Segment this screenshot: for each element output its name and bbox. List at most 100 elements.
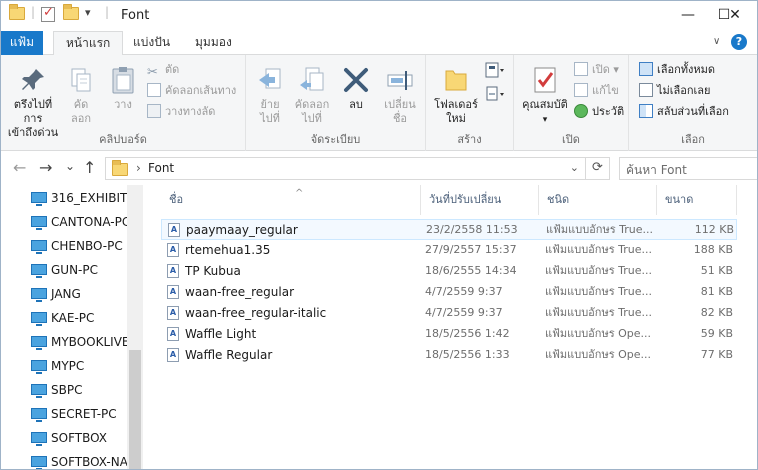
new-folder-label-1: โฟลเดอร์ <box>434 98 478 111</box>
address-bar[interactable]: › Font ⌄ ⟳ <box>105 157 610 180</box>
invert-selection-button[interactable]: สลับส่วนที่เลือก <box>639 103 729 121</box>
help-icon[interactable]: ? <box>731 34 747 50</box>
file-row[interactable]: A waan-free_regular 4/7/2559 9:37 แฟ้มแบ… <box>161 282 737 303</box>
file-row[interactable]: A waan-free_regular-italic 4/7/2559 9:37… <box>161 303 737 324</box>
up-button[interactable]: ↑ <box>83 160 96 176</box>
breadcrumb-font[interactable]: Font <box>148 161 174 175</box>
new-item-button[interactable] <box>482 61 508 84</box>
breadcrumb-separator[interactable]: › <box>136 161 141 175</box>
new-folder-quick-icon[interactable] <box>63 4 79 25</box>
move-to-label-1: ย้าย <box>260 98 280 111</box>
file-row[interactable]: A TP Kubua 18/6/2555 14:34 แฟ้มแบบอักษร … <box>161 261 737 282</box>
nav-item-computer[interactable]: CHENBO-PC <box>31 235 123 257</box>
pin-quick-access-button[interactable]: ตรึงไปที่การ เข้าถึงด่วน <box>5 65 61 140</box>
move-to-button[interactable]: ย้าย ไปที่ <box>252 65 288 126</box>
window-title: Font <box>121 8 150 23</box>
select-none-button[interactable]: ไม่เลือกเลย <box>639 82 711 100</box>
scrollbar-thumb[interactable] <box>129 350 141 469</box>
forward-button[interactable]: → <box>39 160 52 176</box>
new-item-icon <box>485 62 504 78</box>
font-file-icon: A <box>167 285 179 299</box>
file-date: 18/5/2556 1:42 <box>425 327 510 340</box>
delete-button[interactable]: ลบ <box>338 65 374 112</box>
file-date: 4/7/2559 9:37 <box>425 285 503 298</box>
computer-icon <box>31 336 47 350</box>
file-size: 77 KB <box>700 348 733 361</box>
back-button[interactable]: ← <box>13 160 26 176</box>
file-name: Waffle Regular <box>185 348 273 362</box>
nav-item-computer[interactable]: SOFTBOX <box>31 427 107 449</box>
computer-icon <box>31 384 47 398</box>
properties-button[interactable]: คุณสมบัติ ▾ <box>520 65 570 127</box>
nav-item-computer[interactable]: CANTONA-PC <box>31 211 130 233</box>
organize-group: ย้าย ไปที่ คัดลอก ไปที่ ลบ เปลี่ยน ชื่อ … <box>246 55 426 151</box>
file-row[interactable]: A paaymaay_regular 23/2/2558 11:53 แฟ้มแ… <box>161 219 737 240</box>
nav-item-label: JANG <box>51 287 81 301</box>
quick-access-folder-icon[interactable] <box>9 4 25 25</box>
easy-access-button[interactable] <box>482 85 508 107</box>
properties-check-icon[interactable] <box>41 5 55 25</box>
column-name-label: ชื่อ <box>169 193 184 206</box>
copy-path-icon <box>147 83 161 97</box>
edit-button[interactable]: แก้ไข <box>574 82 619 100</box>
copy-button[interactable]: คัด ลอก <box>63 65 99 126</box>
paste-shortcut-button[interactable]: วางทางลัด <box>147 103 215 121</box>
new-group: โฟลเดอร์ ใหม่ สร้าง <box>426 55 514 151</box>
tab-home[interactable]: หน้าแรก <box>53 31 124 56</box>
nav-item-computer[interactable]: KAE-PC <box>31 307 94 329</box>
file-row[interactable]: A Waffle Regular 18/5/2556 1:33 แฟ้มแบบอ… <box>161 345 737 366</box>
sort-ascending-icon: ^ <box>295 188 304 199</box>
ribbon-expand-icon[interactable]: ∨ <box>713 37 723 47</box>
properties-icon <box>534 67 556 93</box>
title-separator: | <box>31 5 36 19</box>
computer-icon <box>31 312 47 326</box>
new-folder-button[interactable]: โฟลเดอร์ ใหม่ <box>434 65 478 126</box>
organize-group-label: จัดระเบียบ <box>310 133 361 146</box>
open-button[interactable]: เปิด ▾ <box>574 61 619 79</box>
quick-access-dropdown-icon[interactable]: ▾ <box>85 6 91 24</box>
open-label: เปิด <box>592 63 610 76</box>
nav-item-computer[interactable]: 316_EXHIBITIO <box>31 187 140 209</box>
nav-item-computer[interactable]: MYPC <box>31 355 84 377</box>
tab-file[interactable]: แฟ้ม <box>1 31 43 55</box>
computer-icon <box>31 264 47 278</box>
nav-item-computer[interactable]: GUN-PC <box>31 259 98 281</box>
font-file-icon: A <box>167 243 179 257</box>
file-row[interactable]: A Waffle Light 18/5/2556 1:42 แฟ้มแบบอัก… <box>161 324 737 345</box>
font-file-icon: A <box>168 223 180 237</box>
properties-label: คุณสมบัติ <box>522 98 568 111</box>
column-header-date[interactable]: วันที่ปรับเปลี่ยน <box>421 185 539 215</box>
file-size: 82 KB <box>700 306 733 319</box>
nav-item-computer[interactable]: MYBOOKLIVED <box>31 331 139 353</box>
file-type: แฟ้มแบบอักษร True... <box>546 223 653 236</box>
file-row[interactable]: A rtemehua1.35 27/9/2557 15:37 แฟ้มแบบอั… <box>161 240 737 261</box>
file-name: waan-free_regular-italic <box>185 306 327 320</box>
cut-button[interactable]: ✂ ตัด <box>147 61 179 80</box>
invert-selection-icon <box>639 104 653 118</box>
rename-button[interactable]: เปลี่ยน ชื่อ <box>380 65 420 126</box>
nav-item-computer[interactable]: JANG <box>31 283 81 305</box>
address-dropdown-icon[interactable]: ⌄ <box>570 161 579 174</box>
close-button[interactable]: ✕ <box>713 1 757 31</box>
paste-button[interactable]: วาง <box>103 65 143 112</box>
search-input[interactable]: ค้นหา Font <box>619 157 757 180</box>
title-separator-2: | <box>105 5 110 19</box>
copy-path-button[interactable]: คัดลอกเส้นทาง <box>147 82 236 100</box>
recent-locations-button[interactable]: ⌄ <box>65 158 75 174</box>
file-size: 51 KB <box>700 264 733 277</box>
history-button[interactable]: ประวัติ <box>574 103 624 121</box>
select-all-button[interactable]: เลือกทั้งหมด <box>639 61 715 79</box>
properties-dropdown-icon[interactable]: ▾ <box>543 115 548 125</box>
nav-item-computer[interactable]: SOFTBOX-NAS <box>31 451 136 469</box>
column-header-name[interactable]: ^ ชื่อ <box>161 185 421 215</box>
tab-share[interactable]: แบ่งปัน <box>121 31 182 55</box>
refresh-button[interactable]: ⟳ <box>585 158 609 179</box>
nav-item-computer[interactable]: SECRET-PC <box>31 403 117 425</box>
open-icon <box>574 62 588 76</box>
tab-view[interactable]: มุมมอง <box>183 31 244 55</box>
copy-to-button[interactable]: คัดลอก ไปที่ <box>292 65 332 126</box>
column-header-type[interactable]: ชนิด <box>539 185 657 215</box>
nav-item-computer[interactable]: SBPC <box>31 379 82 401</box>
column-header-size[interactable]: ขนาด <box>657 185 737 215</box>
nav-pane-scrollbar[interactable] <box>127 185 143 469</box>
